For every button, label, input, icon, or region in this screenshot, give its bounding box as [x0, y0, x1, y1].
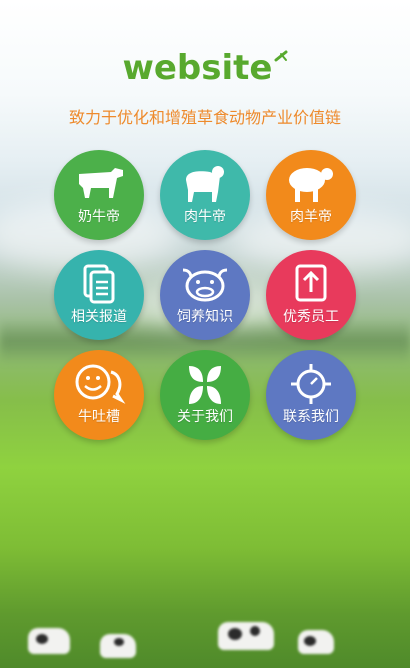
tagline: 致力于优化和增殖草食动物产业价值链	[68, 108, 341, 127]
menu-label: 相关报道	[71, 309, 127, 325]
background-cow	[28, 628, 70, 654]
menu-label: 奶牛帝	[78, 209, 120, 225]
beef-cattle-icon	[186, 166, 224, 202]
menu-excellent-staff-button[interactable]: 优秀员工	[266, 250, 356, 340]
menu-label: 关于我们	[177, 409, 233, 425]
documents-icon	[83, 264, 115, 304]
background-cow	[298, 630, 334, 654]
cow-face-icon	[182, 268, 228, 302]
menu-feeding-knowledge-button[interactable]: 饲养知识	[160, 250, 250, 340]
menu-related-reports-button[interactable]: 相关报道	[54, 250, 144, 340]
menu-label: 联系我们	[283, 409, 339, 425]
chat-bubble-icon	[75, 364, 126, 404]
background-cow	[100, 634, 136, 658]
menu-complaints-button[interactable]: 牛吐槽	[54, 350, 144, 440]
menu-about-us-button[interactable]: 关于我们	[160, 350, 250, 440]
menu-label: 饲养知识	[177, 309, 233, 325]
menu-label: 肉牛帝	[184, 209, 226, 225]
menu-dairy-cow-button[interactable]: 奶牛帝	[54, 150, 144, 240]
dairy-cow-icon	[79, 168, 123, 198]
leaf-cross-icon	[189, 366, 221, 404]
menu-beef-cattle-button[interactable]: 肉牛帝	[160, 150, 250, 240]
logo-text: website	[122, 48, 273, 88]
sheep-icon	[289, 168, 333, 202]
compass-icon	[291, 364, 331, 404]
menu-label: 优秀员工	[283, 309, 339, 325]
site-logo[interactable]: website	[0, 48, 410, 88]
menu-sheep-button[interactable]: 肉羊帝	[266, 150, 356, 240]
menu-contact-us-button[interactable]: 联系我们	[266, 350, 356, 440]
leaf-icon	[274, 50, 288, 62]
menu-label: 牛吐槽	[78, 409, 120, 425]
upload-icon	[295, 264, 327, 302]
menu-label: 肉羊帝	[290, 209, 332, 225]
background-cow	[218, 622, 274, 650]
